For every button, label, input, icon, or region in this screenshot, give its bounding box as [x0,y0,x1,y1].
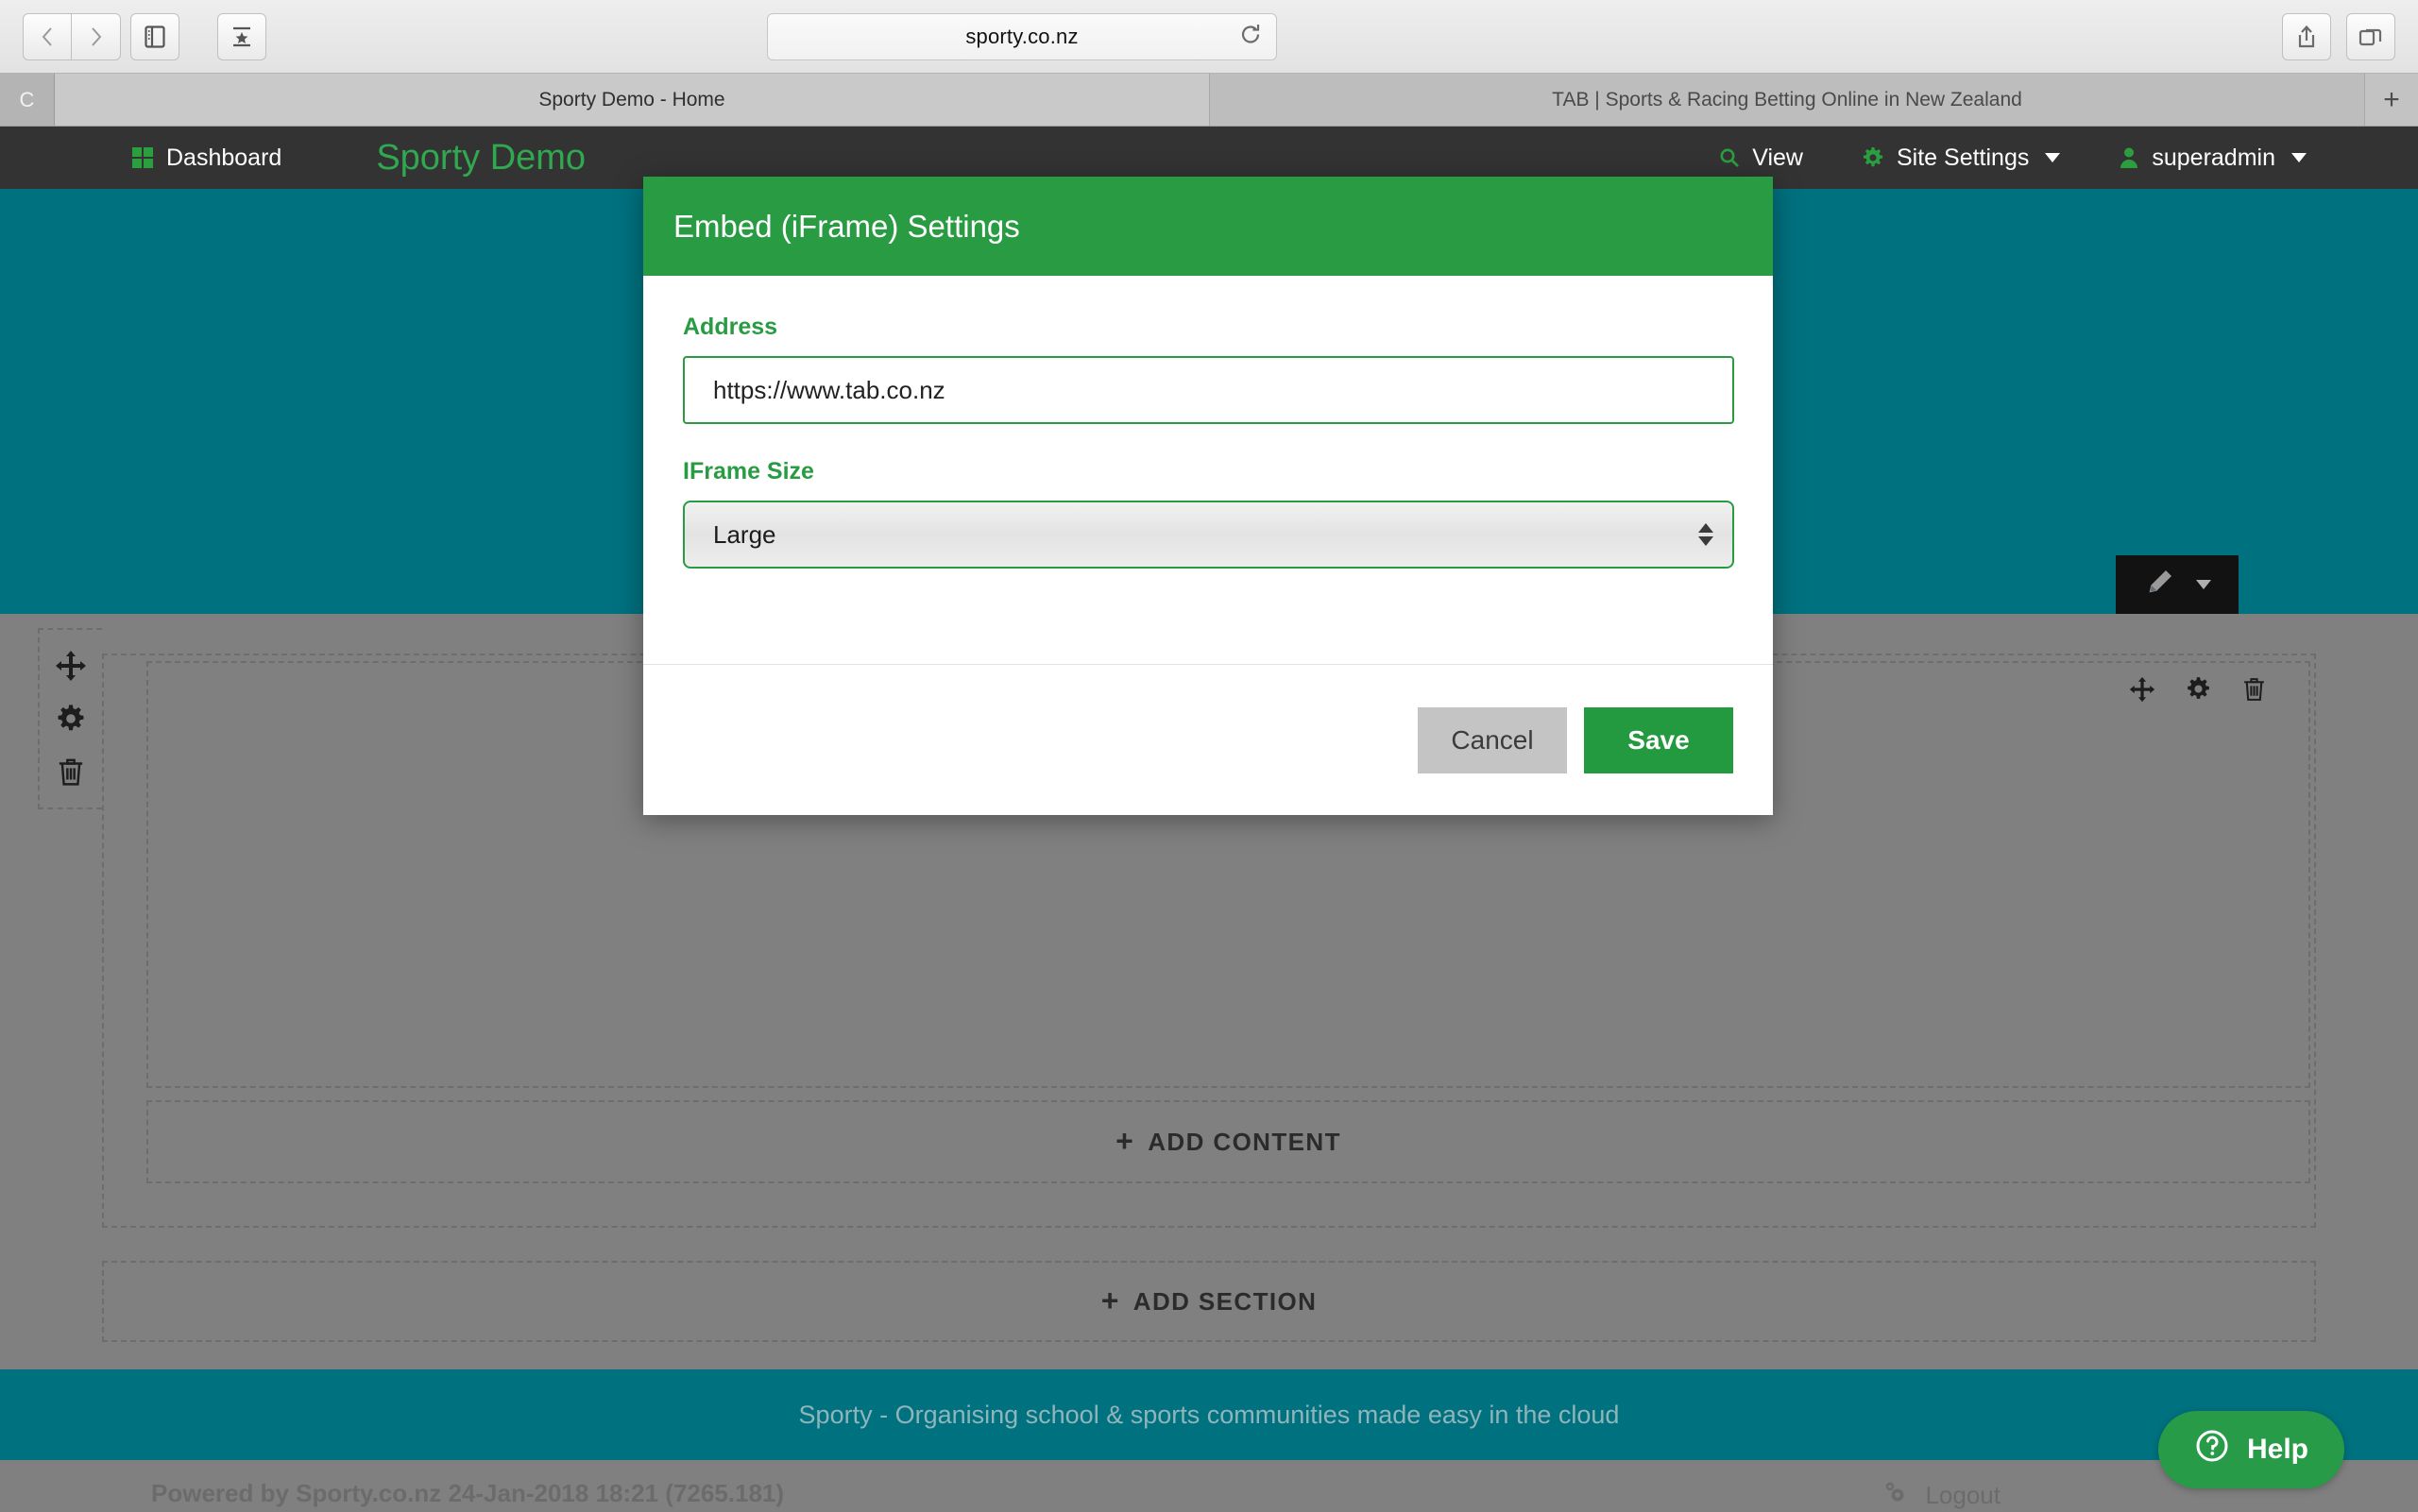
chevron-down-icon [2291,153,2307,162]
trash-icon[interactable] [2241,675,2267,703]
browser-toolbar: sporty.co.nz [0,0,2418,74]
tab-overview-icon [2358,25,2383,48]
url-text: sporty.co.nz [965,25,1079,48]
help-label: Help [2246,1434,2308,1465]
nav-view-link[interactable]: View [1719,144,1803,172]
share-button[interactable] [2282,13,2331,60]
back-button[interactable] [23,13,72,60]
tab-overview-button[interactable] [2346,13,2395,60]
move-arrows-icon[interactable] [2129,676,2155,703]
gear-icon[interactable] [56,704,86,734]
nav-dashboard-label: Dashboard [166,144,282,171]
iframe-size-label: IFrame Size [683,458,814,484]
nav-site-settings-label: Site Settings [1897,144,2030,171]
browser-tab-bar: C Sporty Demo - Home TAB | Sports & Raci… [0,74,2418,127]
new-tab-button[interactable]: + [2365,74,2418,126]
iframe-size-select[interactable]: Large [683,501,1734,569]
footer-tagline: Sporty - Organising school & sports comm… [798,1400,1620,1429]
powered-by-text: Powered by Sporty.co.nz 24-Jan-2018 18:2… [151,1479,785,1507]
stepper-arrows-icon [1698,523,1713,546]
address-label: Address [683,314,778,340]
gears-icon [1882,1479,1910,1512]
plus-icon: + [1115,1124,1135,1159]
gear-icon [1862,146,1884,169]
gear-icon[interactable] [2186,676,2211,702]
reload-icon[interactable] [1238,23,1263,52]
help-button[interactable]: Help [2157,1411,2344,1488]
bookmarks-button[interactable] [217,13,266,60]
embed-iframe-settings-dialog: Embed (iFrame) Settings Address https://… [643,177,1773,815]
nav-site-settings-menu[interactable]: Site Settings [1862,144,2061,172]
chevron-down-icon [2196,580,2211,589]
bookmarks-star-icon [230,25,253,49]
bookmarks-group [217,13,266,60]
toolbar-right-buttons [2282,13,2395,60]
modal-header: Embed (iFrame) Settings [643,177,1773,276]
content-tools-right [2129,675,2267,703]
edit-banner-button[interactable] [2116,555,2239,614]
nav-view-label: View [1752,144,1803,171]
nav-user-label: superadmin [2152,144,2275,171]
address-bar[interactable]: sporty.co.nz [767,13,1277,60]
trash-icon[interactable] [56,756,86,788]
sidebar-toggle-icon [145,25,165,49]
tab-badge-c[interactable]: C [0,74,55,126]
plus-icon: + [1100,1283,1120,1318]
cancel-button[interactable]: Cancel [1418,706,1567,773]
modal-title: Embed (iFrame) Settings [673,208,1020,244]
footer-banner: Sporty - Organising school & sports comm… [0,1369,2418,1460]
address-input[interactable]: https://www.tab.co.nz [683,356,1734,424]
nav-back-forward-group [23,13,121,60]
sidebar-toggle-group [130,13,179,60]
add-section-button[interactable]: + ADD SECTION [102,1261,2316,1342]
move-arrows-icon[interactable] [55,650,87,682]
pencil-icon [2143,567,2175,603]
logout-link[interactable]: Logout [1882,1479,2001,1512]
section-tools-left [38,628,102,809]
nav-dashboard-link[interactable]: Dashboard [132,144,281,172]
browser-tab-1[interactable]: TAB | Sports & Racing Betting Online in … [1210,74,2365,126]
add-section-label: + ADD SECTION [1100,1283,1318,1318]
chevron-right-icon [90,25,103,48]
chevron-left-icon [41,25,54,48]
add-content-text: ADD CONTENT [1148,1127,1341,1156]
chevron-down-icon [2045,153,2061,162]
iframe-size-value: Large [683,501,1734,569]
forward-button[interactable] [72,13,121,60]
modal-body: Address https://www.tab.co.nz IFrame Siz… [643,276,1773,664]
add-content-button[interactable]: + ADD CONTENT [146,1100,2310,1183]
field-spacer [683,424,1733,458]
share-icon [2296,25,2317,49]
nav-user-menu[interactable]: superadmin [2119,144,2307,172]
search-icon [1719,147,1740,168]
grid-icon [132,147,153,168]
navbar-right-group: View Site Settings superadmin [1719,144,2307,172]
save-button[interactable]: Save [1584,706,1733,773]
sidebar-toggle-button[interactable] [130,13,179,60]
site-title: Sporty Demo [376,137,587,178]
add-section-text: ADD SECTION [1132,1286,1318,1316]
add-content-label: + ADD CONTENT [1115,1124,1341,1159]
browser-tab-0[interactable]: Sporty Demo - Home [55,74,1210,126]
question-circle-icon [2194,1428,2230,1471]
logout-label: Logout [1925,1481,2001,1509]
person-icon [2119,146,2139,169]
modal-footer: Cancel Save [643,664,1773,815]
